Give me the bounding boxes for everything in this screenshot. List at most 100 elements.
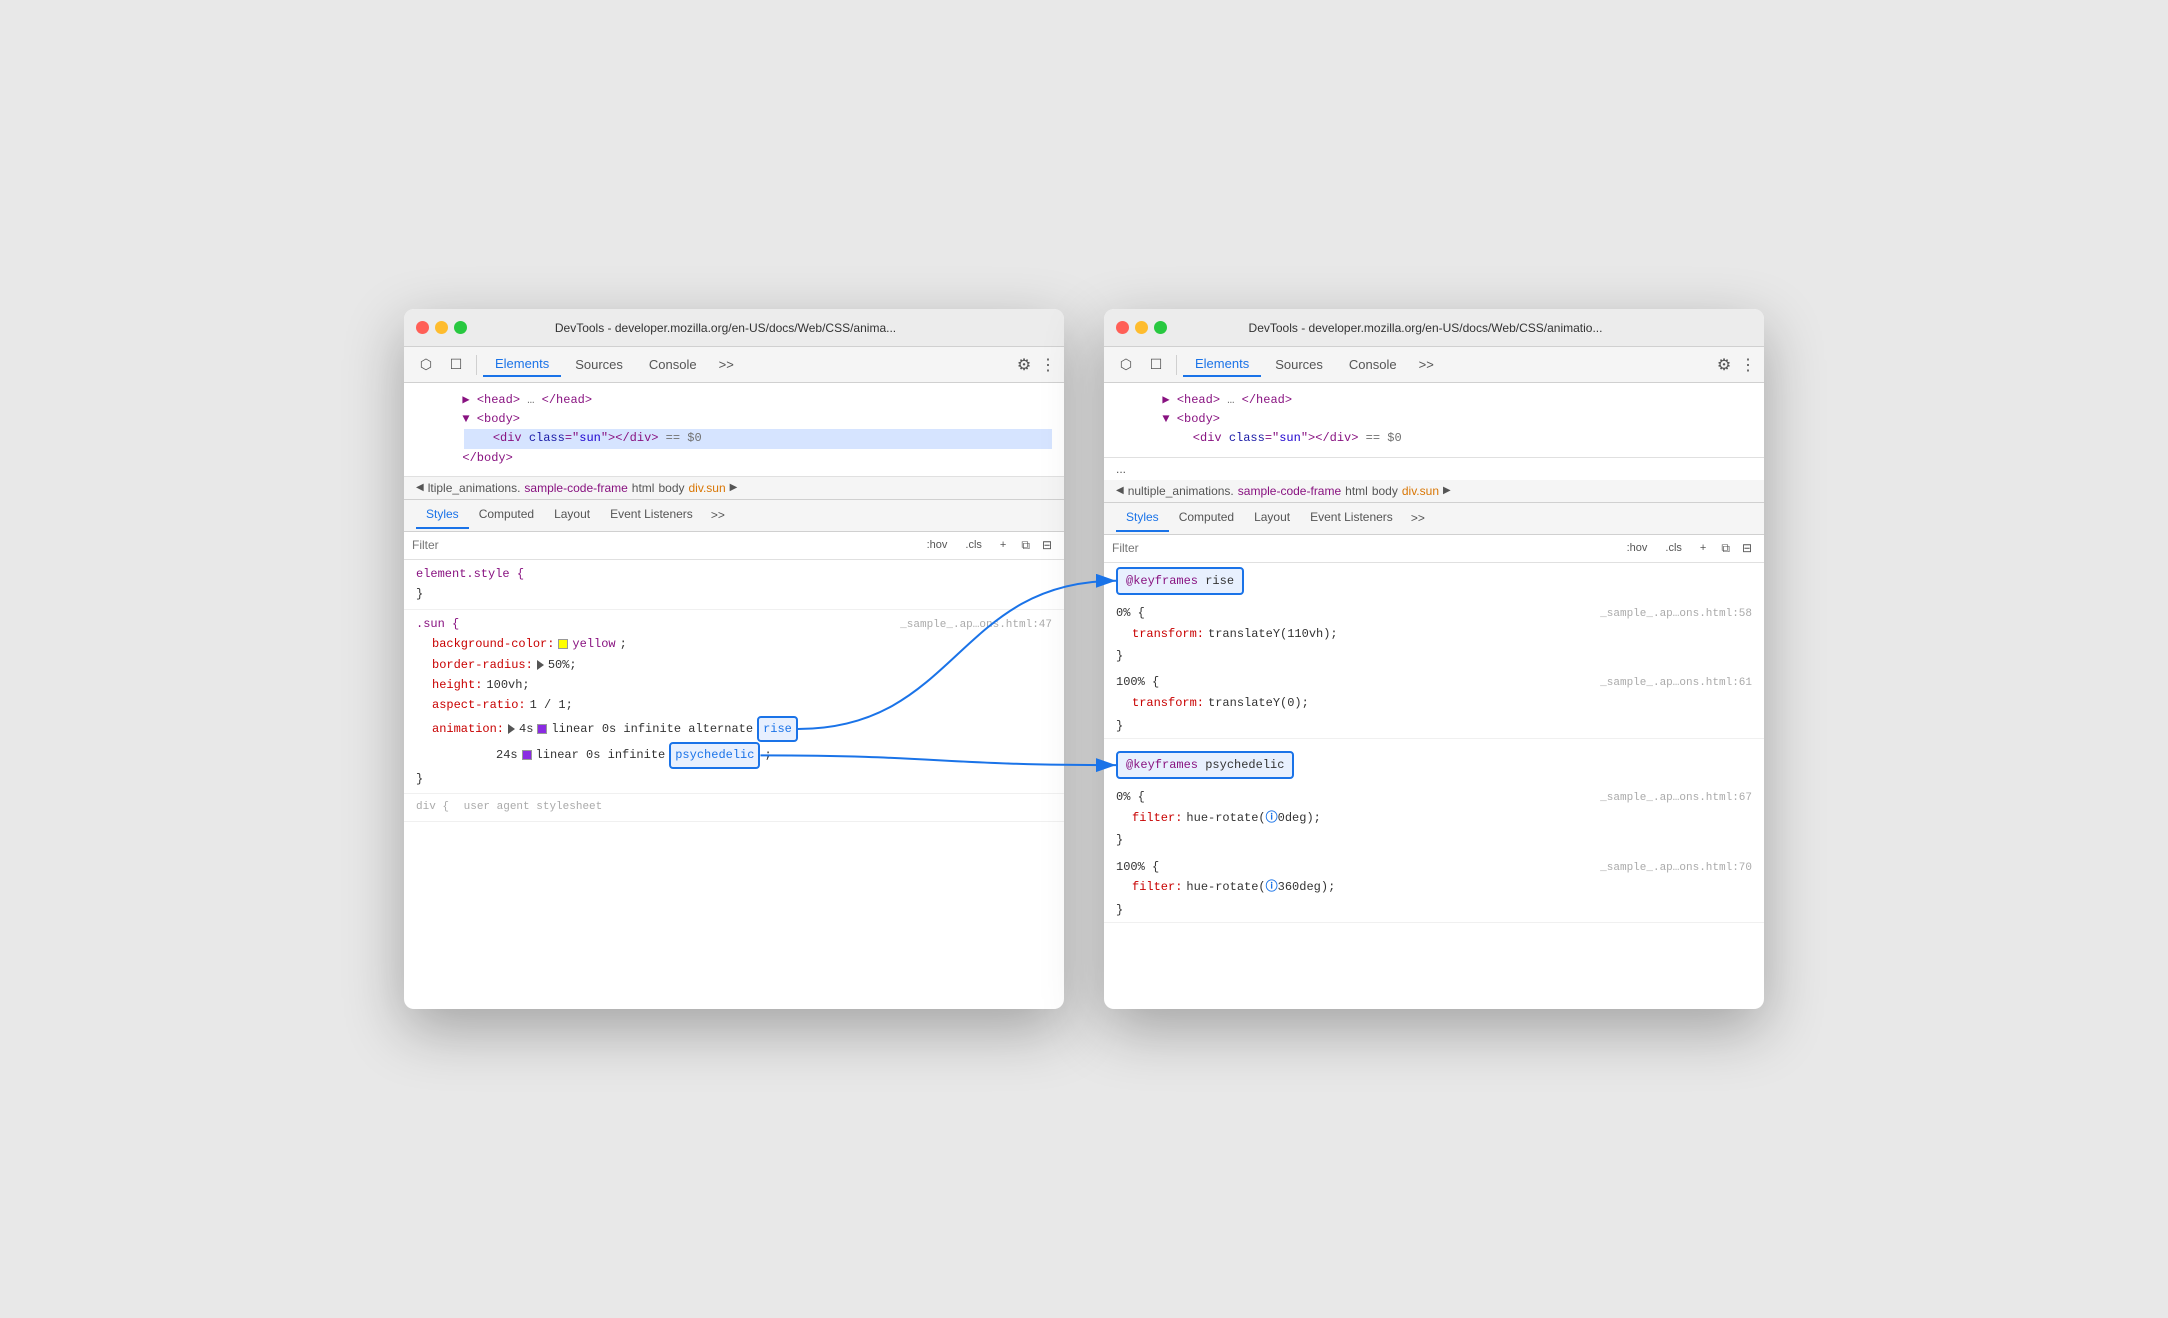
css-prop-animation[interactable]: animation:	[432, 719, 504, 739]
breadcrumb-arrow-right-2[interactable]: ▶	[1443, 485, 1451, 496]
cls-button-1[interactable]: .cls	[958, 536, 989, 554]
psychedelic-highlight[interactable]: psychedelic	[669, 742, 760, 768]
tab-console-1[interactable]: Console	[637, 353, 709, 376]
html-line-2: ▶ <head> … </head>	[1116, 391, 1752, 410]
more-icon-1[interactable]: ⋮	[1040, 355, 1056, 375]
dots-indicator: ...	[1116, 462, 1126, 476]
toolbar-1: ⬡ ☐ Elements Sources Console >> ⚙ ⋮	[404, 347, 1064, 383]
window-title-1: DevTools - developer.mozilla.org/en-US/d…	[404, 321, 1052, 335]
color-swatch-yellow[interactable]	[558, 639, 568, 649]
css-selector-sun[interactable]: .sun {	[416, 614, 459, 634]
panel-tab-layout-2[interactable]: Layout	[1244, 504, 1300, 532]
breadcrumb-link[interactable]: sample-code-frame	[524, 481, 627, 495]
breadcrumb-arrow-right[interactable]: ▶	[730, 482, 738, 493]
triangle-icon[interactable]	[537, 660, 544, 670]
keyframes-psychedelic-label[interactable]: @keyframes psychedelic	[1116, 751, 1294, 779]
tab-elements-1[interactable]: Elements	[483, 352, 561, 377]
inspector-icon[interactable]: ☐	[442, 351, 470, 379]
breadcrumb-html-2[interactable]: html	[1345, 484, 1368, 498]
panel-tab-styles-1[interactable]: Styles	[416, 501, 469, 529]
panel-tabs-more-1[interactable]: >>	[711, 508, 725, 522]
sidebar-icon-2[interactable]: ⊟	[1738, 539, 1756, 557]
html-line-2c: <div class="sun"></div> == $0	[1116, 429, 1752, 448]
gear-icon-1[interactable]: ⚙	[1010, 351, 1038, 379]
copy-icon-1[interactable]: ⧉	[1017, 536, 1034, 555]
hov-button-2[interactable]: :hov	[1620, 539, 1655, 557]
breadcrumb-body[interactable]: body	[658, 481, 684, 495]
panel-tab-computed-2[interactable]: Computed	[1169, 504, 1244, 532]
breadcrumb-arrow-left[interactable]: ◀	[416, 482, 424, 493]
add-button-2[interactable]: +	[1693, 539, 1713, 557]
add-button-1[interactable]: +	[993, 536, 1013, 554]
panel-tabs-more-2[interactable]: >>	[1411, 511, 1425, 525]
hov-button-1[interactable]: :hov	[920, 536, 955, 554]
breadcrumb-body-2[interactable]: body	[1372, 484, 1398, 498]
css-prop[interactable]: background-color:	[432, 634, 554, 654]
panel-tab-events-2[interactable]: Event Listeners	[1300, 504, 1403, 532]
panel-tab-computed-1[interactable]: Computed	[469, 501, 544, 529]
gear-icon-2[interactable]: ⚙	[1710, 351, 1738, 379]
toolbar-more-2[interactable]: >>	[1411, 353, 1442, 376]
inspector-icon-2[interactable]: ☐	[1142, 351, 1170, 379]
filter-buttons-1: :hov .cls + ⧉ ⊟	[920, 536, 1056, 555]
sidebar-icon-1[interactable]: ⊟	[1038, 536, 1056, 554]
rise-highlight[interactable]: rise	[757, 716, 798, 742]
toolbar-more-1[interactable]: >>	[711, 353, 742, 376]
cls-button-2[interactable]: .cls	[1658, 539, 1689, 557]
cursor-icon[interactable]: ⬡	[412, 351, 440, 379]
user-stylesheet-label: user agent stylesheet	[464, 801, 603, 813]
tab-sources-1[interactable]: Sources	[563, 353, 635, 376]
css-source-58: _sample_.ap…ons.html:58	[1600, 605, 1752, 624]
keyframes-rise-label[interactable]: @keyframes rise	[1116, 567, 1244, 595]
keyframe-rise-100pct-header: 100% { _sample_.ap…ons.html:61	[1116, 668, 1752, 693]
breadcrumb-prefix: ltiple_animations.	[428, 481, 521, 495]
css-val-4s: 4s	[519, 719, 533, 739]
breadcrumb-divsun[interactable]: div.sun	[689, 481, 726, 495]
css-prop[interactable]: border-radius:	[432, 655, 533, 675]
css-line-border: border-radius: 50%;	[416, 655, 1052, 675]
breadcrumb-link-2[interactable]: sample-code-frame	[1238, 484, 1341, 498]
tab-sources-2[interactable]: Sources	[1263, 353, 1335, 376]
panel-tab-styles-2[interactable]: Styles	[1116, 504, 1169, 532]
color-swatch-purple[interactable]	[537, 724, 547, 734]
css-close-brace2: }	[416, 769, 1052, 789]
filter-input-1[interactable]	[412, 538, 920, 552]
css-rule-element-style: element.style { }	[404, 560, 1064, 610]
at-keyword-2: @keyframes	[1126, 758, 1198, 772]
panel-tab-layout-1[interactable]: Layout	[544, 501, 600, 529]
filter-input-2[interactable]	[1112, 541, 1620, 555]
css-val: 1 / 1;	[530, 695, 573, 715]
copy-icon-2[interactable]: ⧉	[1717, 539, 1734, 558]
css-line-bg: background-color: yellow ;	[416, 634, 1052, 654]
more-icon-2[interactable]: ⋮	[1740, 355, 1756, 375]
css-prop-transform100[interactable]: transform:	[1132, 693, 1204, 713]
triangle-icon-anim[interactable]	[508, 724, 515, 734]
breadcrumb-divsun-2[interactable]: div.sun	[1402, 484, 1439, 498]
breadcrumb-arrow-left-2[interactable]: ◀	[1116, 485, 1124, 496]
html-selected-line[interactable]: <div class="sun"></div> == $0	[416, 429, 1052, 448]
css-prop-filter100[interactable]: filter:	[1132, 877, 1182, 897]
css-prop-transform[interactable]: transform:	[1132, 624, 1204, 644]
html-line: ▶ <head> … </head>	[416, 391, 1052, 410]
html-line: ▼ <body>	[416, 410, 1052, 429]
css-val-24s: 24s	[496, 745, 518, 765]
css-prop[interactable]: aspect-ratio:	[432, 695, 526, 715]
css-val-linear2: linear 0s infinite	[536, 745, 666, 765]
at-keyword-1: @keyframes	[1126, 574, 1198, 588]
css-close-rise-100: }	[1116, 714, 1752, 738]
keyframe-0pct: 0% {	[1116, 603, 1145, 623]
toolbar-2: ⬡ ☐ Elements Sources Console >> ⚙ ⋮	[1104, 347, 1764, 383]
breadcrumb-html[interactable]: html	[632, 481, 655, 495]
css-selector[interactable]: element.style {	[416, 564, 524, 584]
color-swatch-purple2[interactable]	[522, 750, 532, 760]
panel-tab-events-1[interactable]: Event Listeners	[600, 501, 703, 529]
css-panel-1: element.style { } .sun { _sample_.ap…ons…	[404, 560, 1064, 1009]
cursor-icon-2[interactable]: ⬡	[1112, 351, 1140, 379]
css-prop[interactable]: height:	[432, 675, 482, 695]
css-rule-sun: .sun { _sample_.ap…ons.html:47 backgroun…	[404, 610, 1064, 794]
tab-console-2[interactable]: Console	[1337, 353, 1409, 376]
tab-elements-2[interactable]: Elements	[1183, 352, 1261, 377]
css-prop-filter0[interactable]: filter:	[1132, 808, 1182, 828]
keyframe-psych-0pct: 0% {	[1116, 787, 1145, 807]
css-val-linear: linear 0s infinite alternate	[551, 719, 753, 739]
